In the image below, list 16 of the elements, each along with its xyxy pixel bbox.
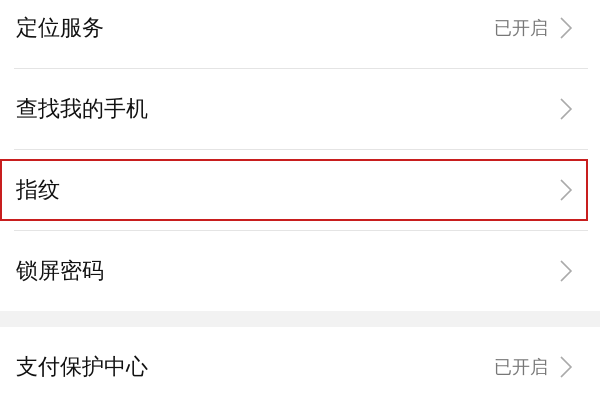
item-label: 指纹 [16, 177, 61, 205]
item-label: 锁屏密码 [16, 258, 105, 286]
settings-item[interactable]: 定位服务 已开启 [0, 0, 588, 59]
chevron-right-icon [560, 179, 572, 201]
item-label: 定位服务 [16, 15, 105, 43]
item-label: 查找我的手机 [16, 96, 149, 124]
chevron-right-icon [560, 98, 572, 120]
status-text: 已开启 [494, 17, 548, 40]
status-text: 已开启 [494, 356, 548, 379]
chevron-right-icon [560, 356, 572, 378]
settings-item[interactable]: 查找我的手机 [0, 78, 588, 140]
settings-item[interactable]: 指纹 [0, 159, 588, 221]
chevron-right-icon [560, 260, 572, 282]
chevron-right-icon [560, 17, 572, 39]
item-label: 支付保护中心 [16, 354, 149, 382]
settings-item[interactable]: 锁屏密码 [0, 240, 588, 302]
